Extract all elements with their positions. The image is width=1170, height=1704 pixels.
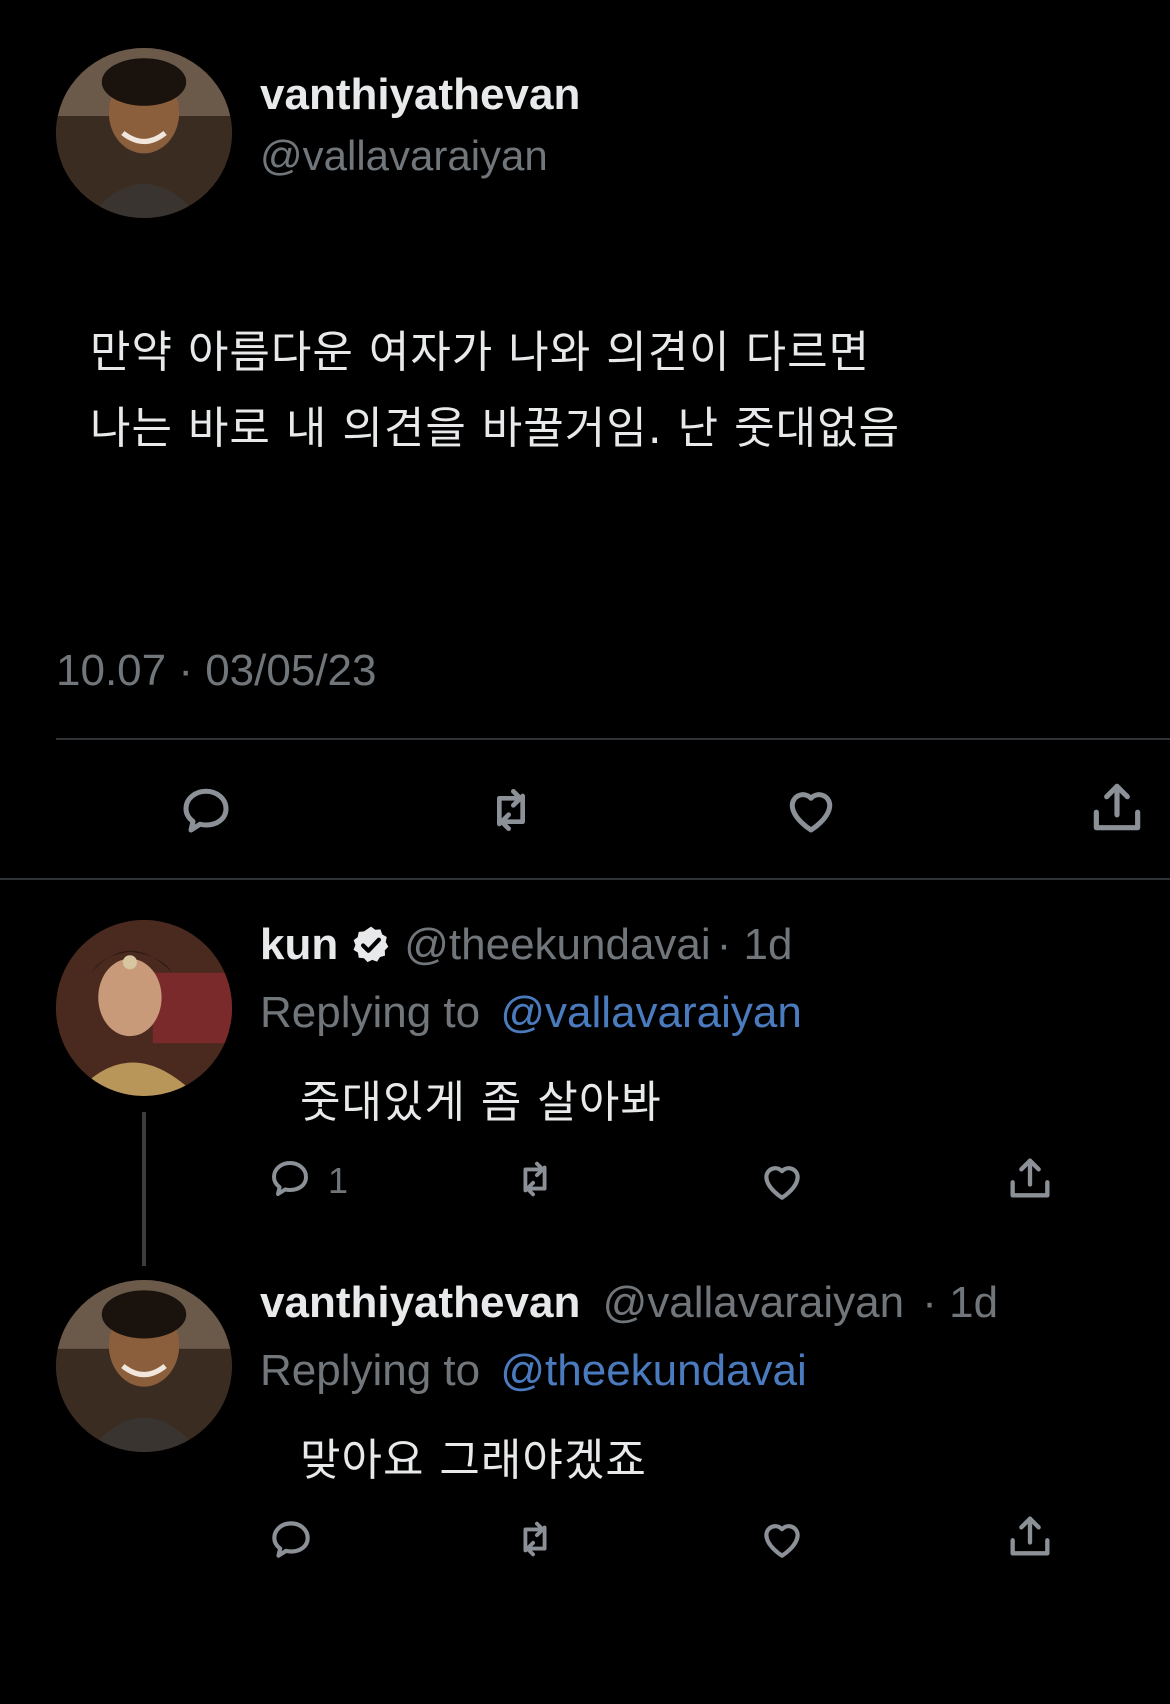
divider [56, 738, 1170, 740]
reply-count: 1 [328, 1160, 349, 1201]
replying-to-handle[interactable]: @theekundavai [500, 1346, 806, 1395]
reply-age: · 1d [922, 1278, 999, 1327]
tweet-timestamp[interactable]: 10.07 · 03/05/23 [56, 646, 376, 696]
heart-icon[interactable] [756, 1156, 808, 1206]
replying-to-handle[interactable]: @vallavaraiyan [500, 988, 801, 1037]
reply-age: · 1d [716, 920, 793, 969]
replying-to-label: Replying to [260, 988, 481, 1037]
reply-header: vanthiyathevan @vallavaraiyan · 1d [260, 1278, 998, 1328]
reply-bubble-icon[interactable] [266, 1154, 314, 1202]
tweet-text-line-1: 만약 아름다운 여자가 나와 의견이 다르면 [90, 327, 871, 378]
author-display-name[interactable]: vanthiyathevan [260, 70, 580, 120]
author-display-name[interactable]: kun [260, 920, 338, 970]
share-upload-icon[interactable] [1086, 776, 1148, 838]
retweet-icon[interactable] [510, 1516, 560, 1562]
avatar[interactable] [56, 920, 232, 1096]
heart-icon[interactable] [756, 1514, 808, 1564]
share-upload-icon[interactable] [1004, 1510, 1056, 1562]
avatar[interactable] [56, 1280, 232, 1452]
thread-connector-line [142, 1112, 146, 1266]
replying-to: Replying to @vallavaraiyan [260, 988, 802, 1038]
replying-to: Replying to @theekundavai [260, 1346, 807, 1396]
share-upload-icon[interactable] [1004, 1152, 1056, 1204]
tweet-text-line-2: 나는 바로 내 의견을 바꿀거임. 난 줏대없음 [90, 403, 901, 454]
reply-bubble-icon[interactable] [266, 1514, 316, 1564]
reply-bubble-icon[interactable] [176, 780, 236, 840]
retweet-icon[interactable] [480, 782, 542, 838]
reply-header: kun @theekundavai · 1d [260, 920, 793, 970]
verified-badge-icon [350, 924, 392, 966]
heart-icon[interactable] [780, 780, 842, 840]
reply-text: 줏대있게 좀 살아봐 [300, 1077, 662, 1128]
author-handle[interactable]: @theekundavai [404, 920, 710, 970]
divider [0, 878, 1170, 880]
replying-to-label: Replying to [260, 1346, 481, 1395]
avatar[interactable] [56, 48, 232, 218]
reply-text: 맞아요 그래야겠죠 [300, 1435, 647, 1486]
author-handle[interactable]: @vallavaraiyan [260, 132, 548, 180]
author-handle[interactable]: @vallavaraiyan [603, 1278, 904, 1327]
author-display-name[interactable]: vanthiyathevan [260, 1278, 580, 1327]
retweet-icon[interactable] [510, 1156, 560, 1202]
